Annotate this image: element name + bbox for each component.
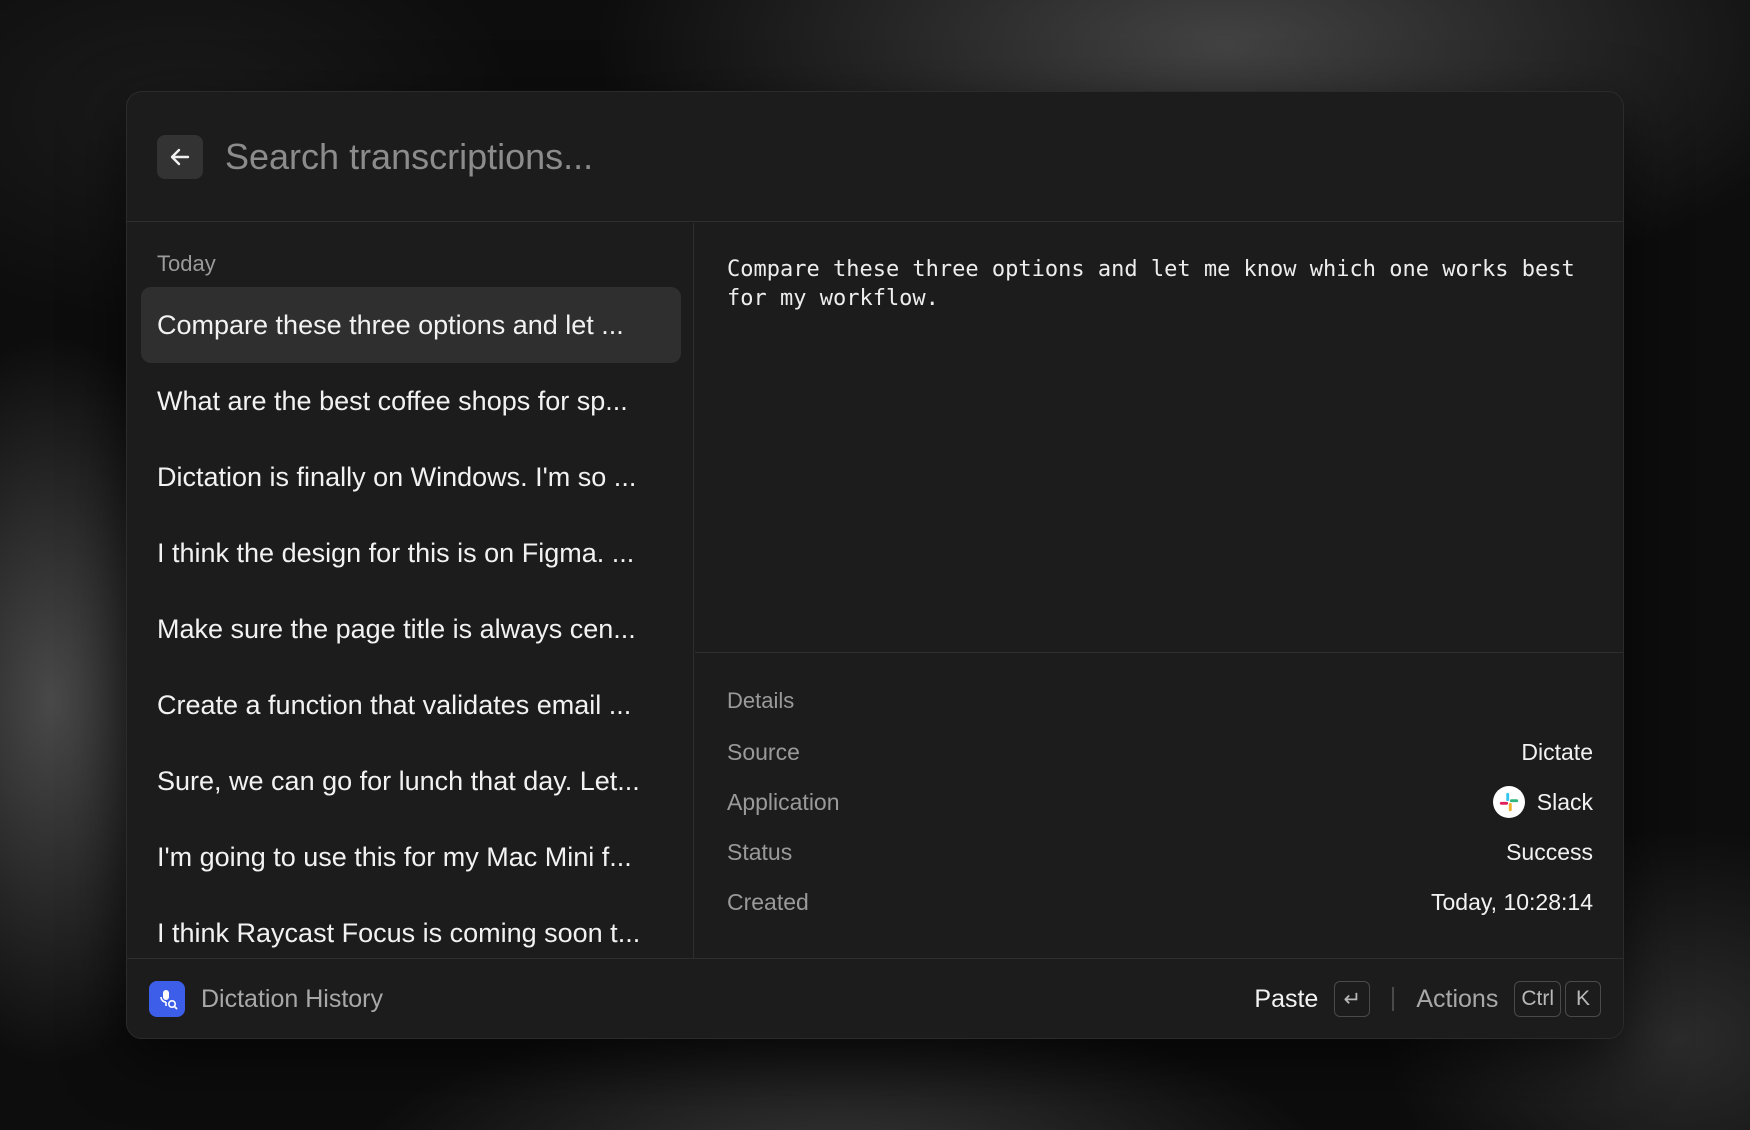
list-item[interactable]: I think Raycast Focus is coming soon t..…: [141, 895, 681, 958]
action-bar: Dictation History Paste ↵ Actions Ctrl K: [127, 958, 1623, 1038]
k-key-hint: K: [1565, 981, 1601, 1017]
slack-icon: [1492, 786, 1525, 818]
microphone-search-icon: [149, 981, 185, 1017]
source-label: Source: [727, 738, 800, 765]
enter-key-hint: ↵: [1334, 981, 1371, 1017]
list-item[interactable]: I'm going to use this for my Mac Mini f.…: [141, 819, 681, 895]
detail-row-application: Application Slack: [727, 784, 1593, 820]
actions-button[interactable]: Actions: [1416, 985, 1498, 1014]
list-item[interactable]: Dictation is finally on Windows. I'm so …: [141, 439, 681, 515]
paste-button[interactable]: Paste: [1254, 985, 1318, 1014]
transcription-list-pane: Today Compare these three options and le…: [127, 223, 694, 958]
divider: [1392, 987, 1395, 1011]
details-title: Details: [727, 688, 795, 713]
application-value: Slack: [1492, 786, 1593, 818]
section-header-today: Today: [157, 251, 216, 276]
source-value: Dictate: [1521, 738, 1593, 765]
dictation-history-window: Today Compare these three options and le…: [126, 91, 1624, 1039]
status-label: Status: [727, 838, 793, 865]
list-item[interactable]: Create a function that validates email .…: [141, 667, 681, 743]
preview-text[interactable]: Compare these three options and let me k…: [727, 255, 1597, 313]
search-input[interactable]: [225, 124, 1585, 190]
arrow-left-icon: [168, 145, 192, 169]
transcription-preview: Compare these three options and let me k…: [695, 223, 1623, 653]
detail-row-status: Status Success: [727, 834, 1593, 870]
footer-actions: Paste ↵ Actions Ctrl K: [1254, 981, 1601, 1017]
status-value: Success: [1506, 838, 1593, 865]
search-bar: [127, 92, 1623, 222]
detail-row-created: Created Today, 10:28:14: [727, 884, 1593, 920]
created-label: Created: [727, 888, 809, 915]
list-item[interactable]: Sure, we can go for lunch that day. Let.…: [141, 743, 681, 819]
ctrl-key-hint: Ctrl: [1514, 981, 1561, 1017]
list-item[interactable]: Make sure the page title is always cen..…: [141, 591, 681, 667]
list-item[interactable]: I think the design for this is on Figma.…: [141, 515, 681, 591]
list-item[interactable]: Compare these three options and let ...: [141, 287, 681, 363]
application-name: Slack: [1536, 788, 1593, 815]
transcription-list: Compare these three options and let ... …: [141, 287, 681, 958]
footer-title: Dictation History: [201, 985, 383, 1013]
back-button[interactable]: [157, 135, 203, 179]
list-item[interactable]: What are the best coffee shops for sp...: [141, 363, 681, 439]
detail-row-source: Source Dictate: [727, 734, 1593, 770]
application-label: Application: [727, 788, 840, 815]
created-value: Today, 10:28:14: [1431, 888, 1593, 915]
details-panel: Details Source Dictate Application Slack: [695, 654, 1623, 958]
